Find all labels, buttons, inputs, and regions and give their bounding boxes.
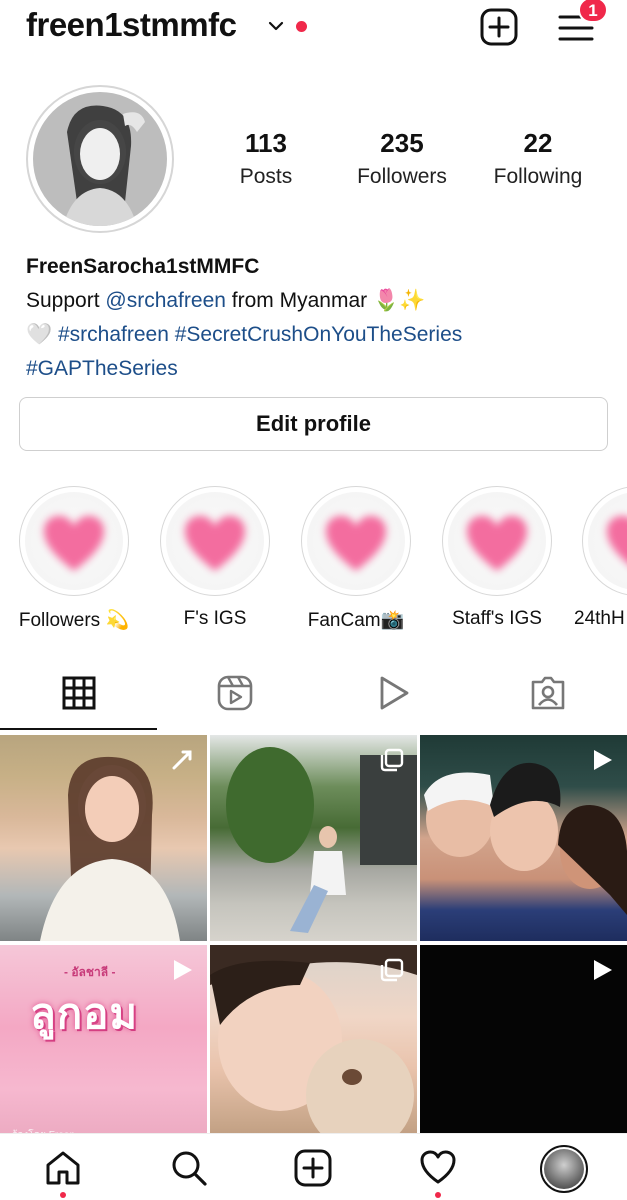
carousel-icon (380, 958, 404, 982)
mention-link[interactable]: @srchafreen (105, 289, 226, 312)
heart-icon (607, 515, 627, 563)
play-icon (594, 960, 612, 980)
highlight-item[interactable]: 24thH (572, 486, 627, 630)
highlight-item[interactable]: Followers 💫 (9, 486, 139, 632)
followers-count: 235 (380, 128, 424, 158)
heart-icon (185, 515, 245, 571)
display-name: FreenSarocha1stMMFC (26, 255, 260, 278)
carousel-icon (380, 748, 404, 772)
followers-stat[interactable]: 235 Followers (340, 128, 464, 189)
reels-icon[interactable] (216, 674, 254, 712)
posts-grid: - อัลชาลี - ลูกอม ร้องโดย Freen (0, 735, 627, 1151)
following-label: Following (493, 165, 583, 188)
highlight-label: 24thH (574, 608, 625, 629)
profile-tabs (0, 662, 627, 732)
highlight-label: Followers 💫 (18, 610, 130, 631)
heart-icon (467, 515, 527, 571)
activity-notification-dot (435, 1192, 441, 1198)
profile-avatar[interactable] (26, 85, 174, 233)
bio-text: from Myanmar 🌷✨ (225, 289, 426, 312)
post-thumbnail[interactable] (0, 735, 207, 941)
edit-profile-button[interactable]: Edit profile (19, 397, 608, 451)
posts-stat[interactable]: 113 Posts (226, 128, 306, 189)
highlight-item[interactable]: F's IGS (150, 486, 280, 630)
profile-tab-avatar[interactable] (540, 1145, 588, 1193)
profile-bio: FreenSarocha1stMMFC Support @srchafreen … (26, 250, 616, 386)
search-icon[interactable] (170, 1149, 208, 1187)
highlight-cover (160, 486, 270, 596)
chevron-down-icon[interactable] (266, 16, 286, 36)
play-icon (594, 750, 612, 770)
highlight-item[interactable]: Staff's IGS (432, 486, 562, 630)
bio-line-2: 🤍 #srchafreen #SecretCrushOnYouTheSeries (26, 318, 616, 352)
create-post-icon[interactable] (480, 8, 518, 46)
bio-line-1: Support @srchafreen from Myanmar 🌷✨ (26, 284, 616, 318)
menu-notification-badge: 1 (578, 0, 608, 23)
post-thumbnail[interactable]: - อัลชาลี - ลูกอม ร้องโดย Freen (0, 945, 207, 1151)
bottom-navigation (0, 1133, 627, 1200)
grid-icon[interactable] (60, 674, 98, 712)
followers-label: Followers (357, 165, 447, 188)
highlight-label: FanCam📸 (307, 610, 405, 631)
create-icon[interactable] (294, 1149, 332, 1187)
highlight-item[interactable]: FanCam📸 (291, 486, 421, 632)
hashtag-link[interactable]: #GAPTheSeries (26, 357, 178, 380)
post-overlay-title: ลูกอม (30, 990, 139, 1037)
home-notification-dot (60, 1192, 66, 1198)
highlight-label: Staff's IGS (452, 608, 542, 629)
heart-icon (326, 515, 386, 571)
post-thumbnail[interactable] (420, 945, 627, 1151)
profile-photo (33, 92, 167, 226)
story-highlights[interactable]: Followers 💫 F's IGS FanCam📸 Staff's IGS … (0, 486, 627, 636)
bio-text: 🤍 (26, 323, 58, 346)
active-tab-indicator (0, 728, 157, 730)
post-thumbnail[interactable] (210, 945, 417, 1151)
notification-dot (296, 21, 307, 32)
profile-username[interactable]: freen1stmmfc (26, 6, 237, 44)
highlight-label: F's IGS (183, 608, 247, 629)
post-overlay-text: - อัลชาลี - (64, 965, 116, 979)
highlight-cover (19, 486, 129, 596)
home-icon[interactable] (44, 1149, 82, 1187)
post-thumbnail[interactable] (210, 735, 417, 941)
following-stat[interactable]: 22 Following (478, 128, 598, 189)
tagged-icon[interactable] (529, 674, 567, 712)
hashtag-links[interactable]: #srchafreen #SecretCrushOnYouTheSeries (58, 323, 462, 346)
post-thumbnail[interactable] (420, 735, 627, 941)
following-count: 22 (523, 128, 553, 158)
play-icon (174, 960, 192, 980)
bio-line-3: #GAPTheSeries (26, 352, 616, 386)
highlight-cover (442, 486, 552, 596)
top-bar: freen1stmmfc 1 (0, 0, 627, 60)
highlight-cover (301, 486, 411, 596)
highlight-cover (582, 486, 627, 596)
play-icon[interactable] (374, 674, 412, 712)
heart-icon (44, 515, 104, 571)
bio-text: Support (26, 289, 106, 312)
clip-icon (172, 750, 192, 770)
activity-heart-icon[interactable] (419, 1149, 457, 1187)
avatar (544, 1149, 584, 1189)
posts-label: Posts (239, 165, 293, 188)
posts-count: 113 (245, 128, 287, 158)
